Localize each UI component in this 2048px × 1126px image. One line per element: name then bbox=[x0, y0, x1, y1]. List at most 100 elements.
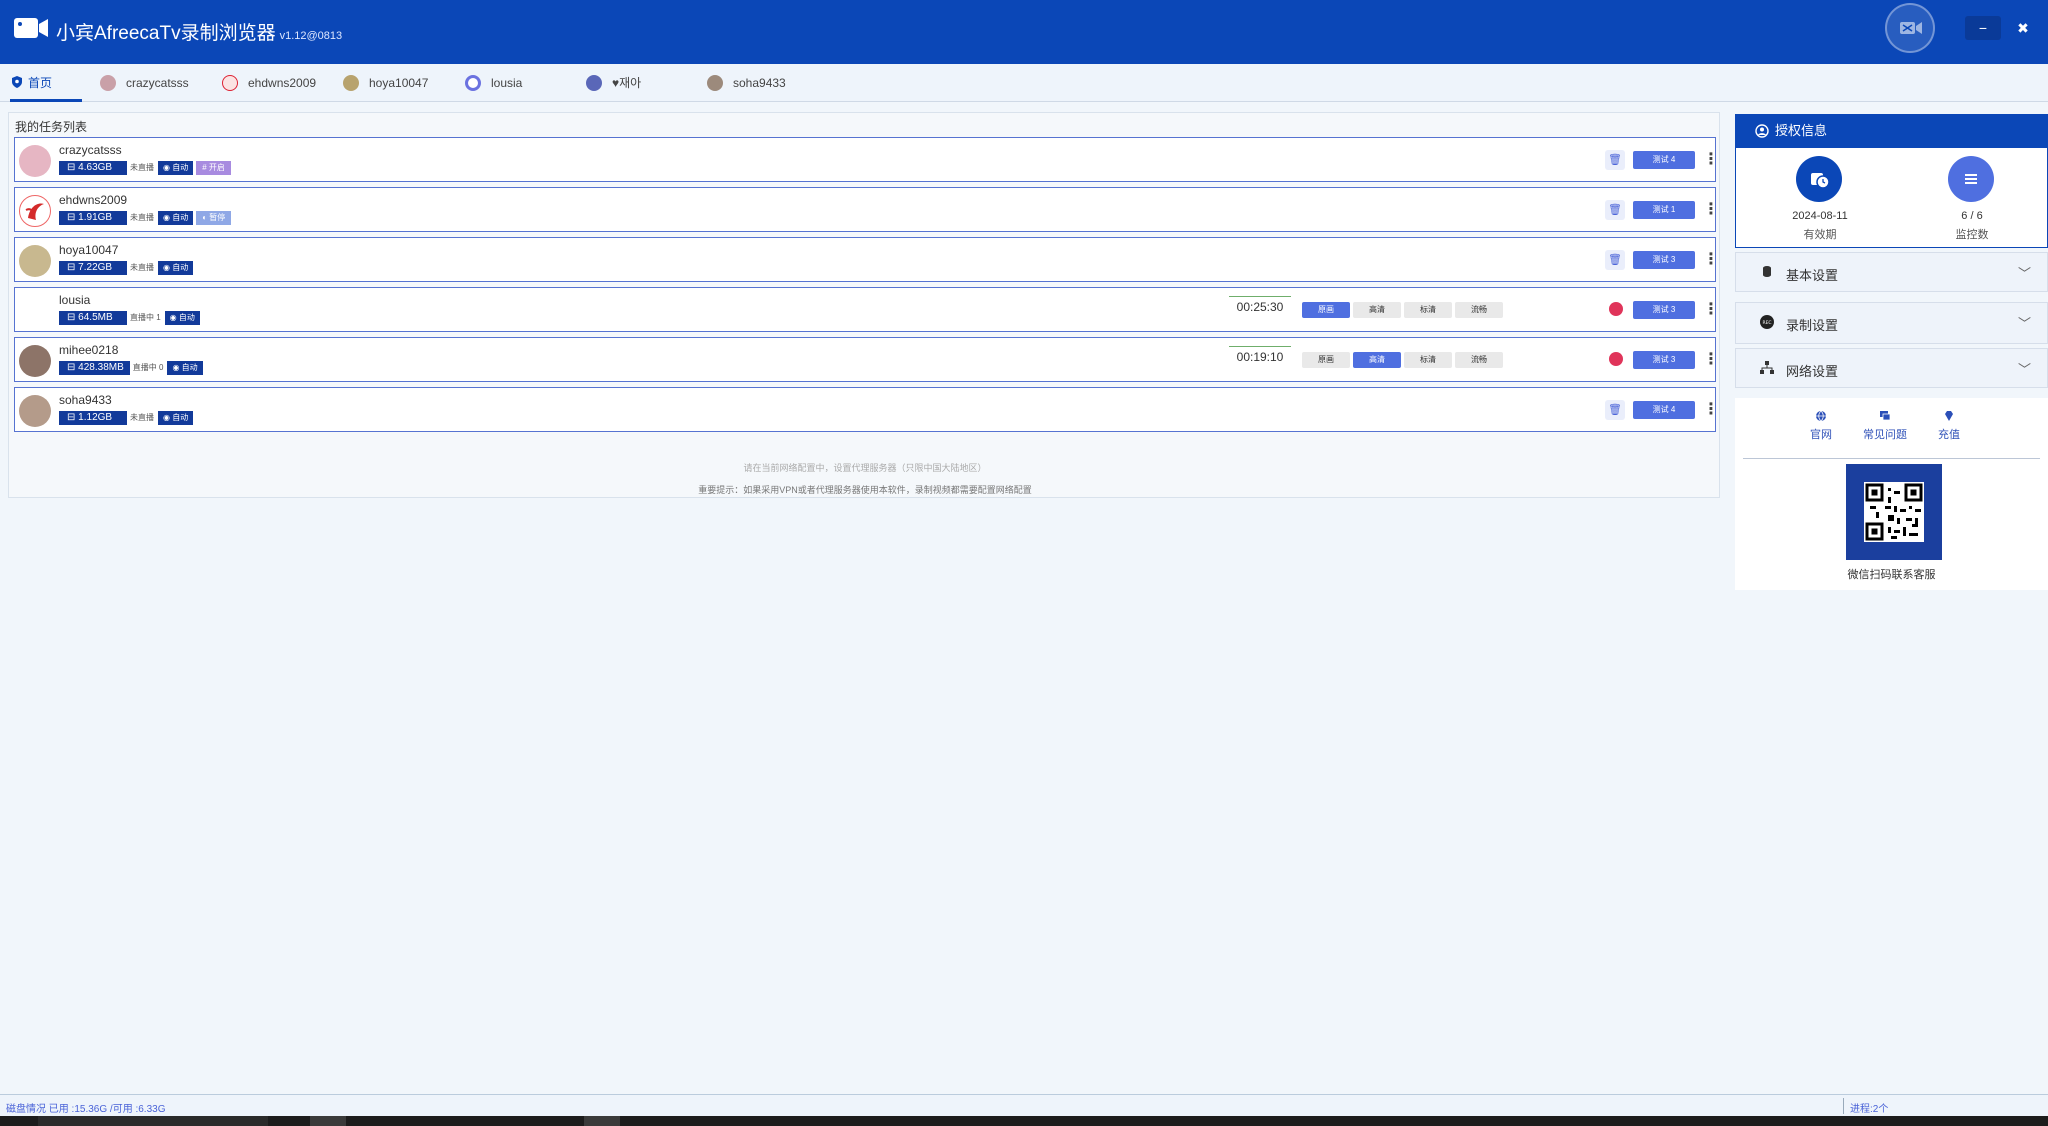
speed-test-button[interactable]: 测试 3 bbox=[1633, 251, 1695, 269]
speed-test-button[interactable]: 测试 4 bbox=[1633, 401, 1695, 419]
delete-icon[interactable]: 🗑 bbox=[1605, 150, 1625, 170]
close-button[interactable]: ✖ bbox=[2006, 16, 2040, 40]
qr-caption: 微信扫码联系客服 bbox=[1847, 569, 1936, 581]
recording-indicator-icon[interactable] bbox=[1609, 302, 1623, 316]
storage-size-value: 428.38MB bbox=[78, 362, 124, 373]
task-username: mihee0218 bbox=[59, 343, 119, 357]
accordion-label: 录制设置 bbox=[1786, 318, 1839, 333]
tab-jaea[interactable]: ♥재아 bbox=[586, 64, 641, 102]
avatar bbox=[19, 395, 51, 427]
avatar-icon bbox=[465, 74, 481, 91]
auto-label: 自动 bbox=[172, 163, 189, 172]
task-row[interactable]: ehdwns2009 ⊟ 1.91GB 未直播 ◉ 自动 ◐ 暂停 🗑 测试 1 ⋮ bbox=[14, 187, 1719, 232]
auto-record-badge[interactable]: ◉ 自动 bbox=[158, 411, 194, 425]
tab-ehdwns2009[interactable]: ehdwns2009 bbox=[222, 64, 316, 102]
link-label: 充值 bbox=[1938, 429, 1960, 441]
storage-size: ⊟ 428.38MB bbox=[59, 361, 130, 375]
storage-size: ⊟ 1.91GB bbox=[59, 211, 127, 225]
task-row[interactable]: soha9433 ⊟ 1.12GB 未直播 ◉ 自动 🗑 测试 4 ⋮ bbox=[14, 387, 1719, 432]
delete-icon[interactable]: 🗑 bbox=[1605, 400, 1625, 420]
tag-badge[interactable]: # 开启 bbox=[196, 161, 231, 175]
quality-option[interactable]: 标清 bbox=[1404, 352, 1452, 368]
more-options-icon[interactable]: ⋮ bbox=[1703, 198, 1719, 222]
quality-option[interactable]: 流畅 bbox=[1455, 352, 1503, 368]
quality-option[interactable]: 高清 bbox=[1353, 352, 1401, 368]
live-status: 未直播 bbox=[130, 413, 154, 422]
diamond-icon bbox=[1945, 411, 1953, 421]
avatar-icon bbox=[343, 74, 359, 91]
auto-label: 自动 bbox=[172, 213, 189, 222]
storage-size-value: 4.63GB bbox=[78, 162, 113, 173]
taskbar-item[interactable] bbox=[38, 1116, 268, 1126]
recording-indicator-icon[interactable] bbox=[1609, 352, 1623, 366]
storage-size: ⊟ 64.5MB bbox=[59, 311, 127, 325]
quality-option[interactable]: 流畅 bbox=[1455, 302, 1503, 318]
quality-option[interactable]: 高清 bbox=[1353, 302, 1401, 318]
auto-record-badge[interactable]: ◉ 自动 bbox=[167, 361, 203, 375]
tag-badge[interactable]: ◐ 暂停 bbox=[196, 211, 232, 225]
quality-option[interactable]: 原画 bbox=[1302, 352, 1350, 368]
wechat-qr-code bbox=[1846, 464, 1942, 560]
task-row[interactable]: mihee0218 ⊟ 428.38MB 直播中 0 ◉ 自动 00:19:10 原… bbox=[14, 337, 1719, 382]
auto-record-badge[interactable]: ◉ 自动 bbox=[158, 211, 194, 225]
live-status: 未直播 bbox=[130, 263, 154, 272]
record-toggle-button[interactable] bbox=[1885, 3, 1935, 53]
delete-icon[interactable]: 🗑 bbox=[1605, 200, 1625, 220]
tab-label: ♥재아 bbox=[612, 76, 642, 90]
more-options-icon[interactable]: ⋮ bbox=[1703, 398, 1719, 422]
basic-settings-accordion[interactable]: 基本设置 ﹀ bbox=[1735, 252, 2048, 292]
more-options-icon[interactable]: ⋮ bbox=[1703, 298, 1719, 322]
recharge-link[interactable]: 充值 bbox=[1919, 410, 1979, 442]
taskbar-item[interactable] bbox=[310, 1116, 346, 1126]
list-icon bbox=[1948, 156, 1994, 202]
auth-title: 授权信息 bbox=[1775, 123, 1828, 138]
chat-icon bbox=[1880, 411, 1891, 421]
auto-label: 自动 bbox=[181, 363, 198, 372]
auto-record-badge[interactable]: ◉ 自动 bbox=[158, 261, 194, 275]
tab-hoya10047[interactable]: hoya10047 bbox=[343, 64, 428, 102]
quality-option[interactable]: 原画 bbox=[1302, 302, 1350, 318]
speed-test-button[interactable]: 测试 4 bbox=[1633, 151, 1695, 169]
chevron-down-icon: ﹀ bbox=[2017, 316, 2031, 331]
clock-lock-icon bbox=[1796, 156, 1842, 202]
quality-option[interactable]: 标清 bbox=[1404, 302, 1452, 318]
task-username: hoya10047 bbox=[59, 243, 119, 257]
avatar bbox=[19, 195, 51, 227]
app-title: 小宾AfreecaTv录制浏览器 v1.12@0813 bbox=[56, 18, 342, 45]
tag-label: 开启 bbox=[208, 163, 225, 172]
faq-link[interactable]: 常见问题 bbox=[1855, 410, 1915, 442]
task-row[interactable]: hoya10047 ⊟ 7.22GB 未直播 ◉ 自动 🗑 测试 3 ⋮ bbox=[14, 237, 1719, 282]
task-chips: ⊟ 1.91GB 未直播 ◉ 自动 ◐ 暂停 bbox=[59, 211, 232, 225]
svg-text:REC: REC bbox=[1762, 320, 1771, 326]
more-options-icon[interactable]: ⋮ bbox=[1703, 148, 1719, 172]
tab-label: crazycatsss bbox=[126, 76, 189, 90]
tab-label: ehdwns2009 bbox=[248, 76, 317, 90]
network-settings-accordion[interactable]: 网络设置 ﹀ bbox=[1735, 348, 2048, 388]
avatar bbox=[19, 295, 51, 327]
tab-lousia[interactable]: lousia bbox=[465, 64, 522, 102]
monitor-label: 监控数 bbox=[1955, 229, 1989, 241]
official-site-link[interactable]: 官网 bbox=[1791, 410, 1851, 442]
speed-test-button[interactable]: 测试 3 bbox=[1633, 301, 1695, 319]
task-row[interactable]: lousia ⊟ 64.5MB 直播中 1 ◉ 自动 00:25:30 原画 高清 … bbox=[14, 287, 1719, 332]
delete-icon[interactable]: 🗑 bbox=[1605, 250, 1625, 270]
speed-test-button[interactable]: 测试 3 bbox=[1633, 351, 1695, 369]
accordion-label: 基本设置 bbox=[1786, 268, 1839, 283]
auto-record-badge[interactable]: ◉ 自动 bbox=[164, 311, 200, 325]
task-chips: ⊟ 7.22GB 未直播 ◉ 自动 bbox=[59, 261, 194, 275]
more-options-icon[interactable]: ⋮ bbox=[1703, 248, 1719, 272]
tab-crazycatsss[interactable]: crazycatsss bbox=[100, 64, 189, 102]
tab-soha9433[interactable]: soha9433 bbox=[707, 64, 786, 102]
auto-label: 自动 bbox=[172, 413, 189, 422]
auto-record-badge[interactable]: ◉ 自动 bbox=[158, 161, 194, 175]
speed-test-button[interactable]: 测试 1 bbox=[1633, 201, 1695, 219]
more-options-icon[interactable]: ⋮ bbox=[1703, 348, 1719, 372]
minimize-button[interactable]: − bbox=[1965, 16, 2001, 40]
task-row[interactable]: crazycatsss ⊟ 4.63GB 未直播 ◉ 自动 # 开启 🗑 测试 4 ⋮ bbox=[14, 137, 1719, 182]
video-camera-icon bbox=[14, 18, 48, 38]
database-icon bbox=[1763, 266, 1771, 277]
taskbar-item[interactable] bbox=[584, 1116, 620, 1126]
record-settings-accordion[interactable]: REC 录制设置 ﹀ bbox=[1735, 302, 2048, 344]
tab-home[interactable]: 首页 bbox=[10, 64, 82, 102]
link-label: 官网 bbox=[1810, 429, 1832, 441]
